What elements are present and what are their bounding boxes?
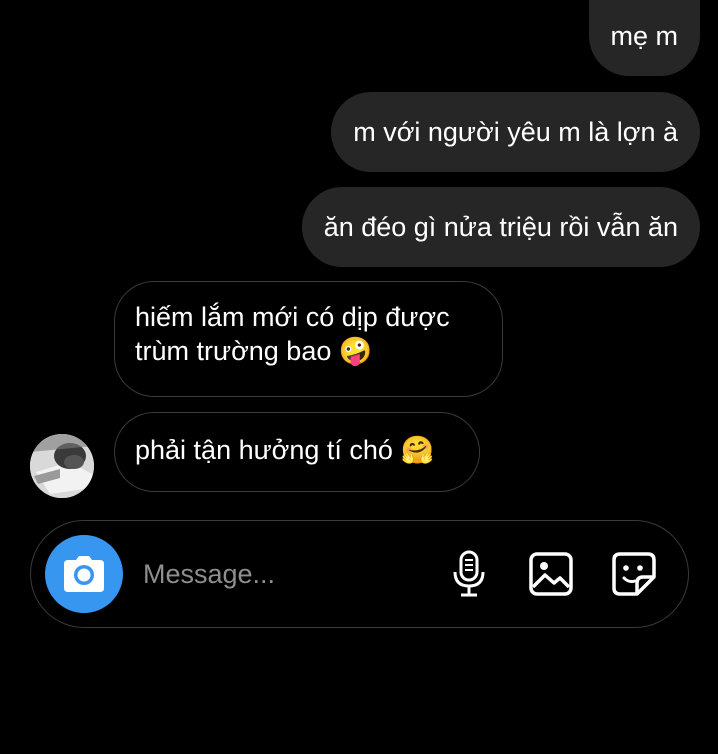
zany-face-emoji: 🤪 xyxy=(338,336,373,367)
gallery-button[interactable] xyxy=(526,549,576,599)
microphone-icon xyxy=(453,550,485,597)
message-input[interactable] xyxy=(143,551,413,597)
message-text: mẹ m xyxy=(610,21,679,51)
outgoing-message[interactable]: m với người yêu m là lợn à xyxy=(331,92,700,172)
message-composer xyxy=(30,520,689,628)
avatar-image xyxy=(30,434,94,498)
message-text: phải tận hưởng tí chó xyxy=(135,435,393,465)
outgoing-message[interactable]: mẹ m xyxy=(588,0,700,76)
camera-button[interactable] xyxy=(45,535,123,613)
message-text: ăn đéo gì nửa triệu rồi vẫn ăn xyxy=(323,212,678,242)
camera-icon xyxy=(64,556,104,592)
sticker-button[interactable] xyxy=(609,549,659,599)
avatar[interactable] xyxy=(30,434,94,498)
hugging-face-emoji: 🤗 xyxy=(400,435,435,466)
incoming-message[interactable]: phải tận hưởng tí chó 🤗 xyxy=(114,412,480,492)
gallery-icon xyxy=(529,552,573,596)
sticker-icon xyxy=(612,552,656,596)
microphone-button[interactable] xyxy=(444,549,494,599)
incoming-message[interactable]: hiếm lắm mới có dịp được trùm trường bao… xyxy=(114,281,503,397)
outgoing-message[interactable]: ăn đéo gì nửa triệu rồi vẫn ăn xyxy=(301,187,700,267)
message-text: trùm trường bao xyxy=(135,336,332,366)
message-text: m với người yêu m là lợn à xyxy=(353,117,678,147)
message-text: hiếm lắm mới có dịp được xyxy=(135,302,450,332)
